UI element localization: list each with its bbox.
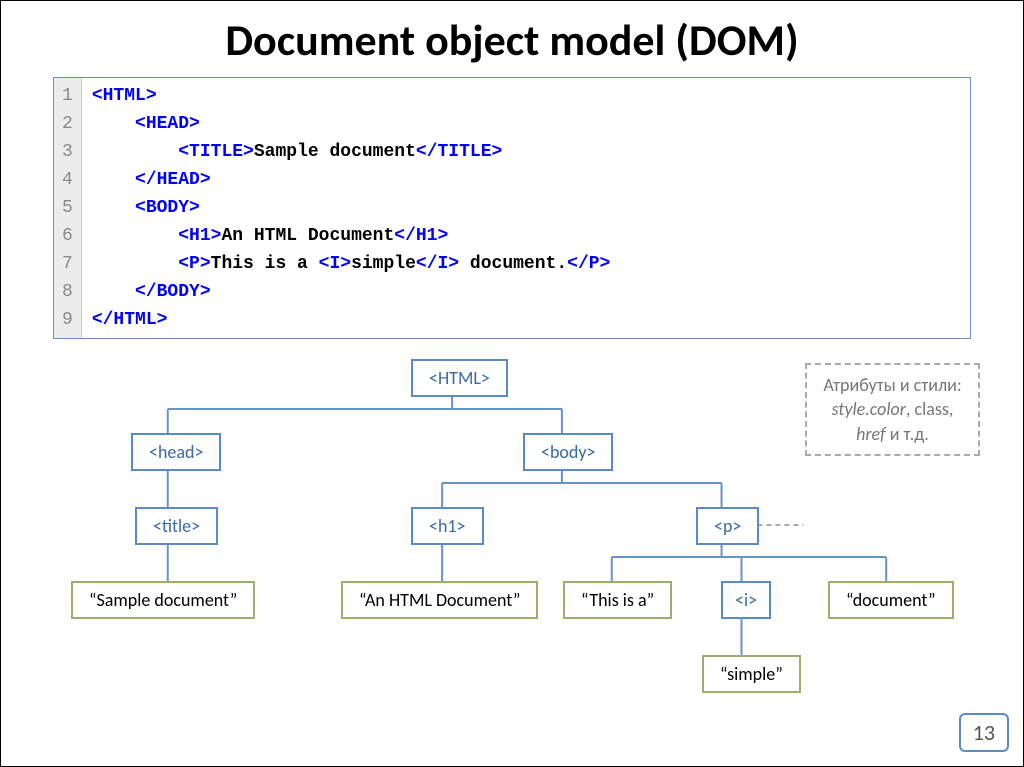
leaf-sample: “Sample document” bbox=[71, 581, 255, 619]
code-line: <H1>An HTML Document</H1> bbox=[92, 222, 960, 250]
line-number: 9 bbox=[62, 306, 73, 334]
page-number: 13 bbox=[959, 713, 1009, 752]
code-line: <P>This is a <I>simple</I> document.</P> bbox=[92, 250, 960, 278]
line-number: 8 bbox=[62, 278, 73, 306]
leaf-document: “document” bbox=[828, 581, 954, 619]
dom-tree: <HTML> <head> <body> <title> <h1> <p> “S… bbox=[53, 359, 971, 729]
line-number: 3 bbox=[62, 138, 73, 166]
leaf-thisisa: “This is a” bbox=[563, 581, 672, 619]
line-number: 5 bbox=[62, 194, 73, 222]
code-line: </BODY> bbox=[92, 278, 960, 306]
node-html: <HTML> bbox=[411, 359, 508, 397]
node-title: <title> bbox=[135, 507, 218, 545]
code-editor: 123456789 <HTML> <HEAD> <TITLE>Sample do… bbox=[53, 77, 971, 339]
node-p: <p> bbox=[696, 507, 759, 545]
line-gutter: 123456789 bbox=[54, 78, 82, 338]
node-body: <body> bbox=[523, 433, 613, 471]
code-line: <BODY> bbox=[92, 194, 960, 222]
code-line: </HEAD> bbox=[92, 166, 960, 194]
code-line: <HTML> bbox=[92, 82, 960, 110]
line-number: 1 bbox=[62, 82, 73, 110]
code-line: <HEAD> bbox=[92, 110, 960, 138]
attributes-note: Атрибуты и стили: style.color, class, hr… bbox=[805, 363, 980, 456]
node-head: <head> bbox=[131, 433, 221, 471]
line-number: 6 bbox=[62, 222, 73, 250]
code-line: </HTML> bbox=[92, 306, 960, 334]
node-h1: <h1> bbox=[411, 507, 484, 545]
leaf-anhtml: “An HTML Document” bbox=[341, 581, 538, 619]
line-number: 4 bbox=[62, 166, 73, 194]
node-i: <i> bbox=[721, 581, 771, 619]
slide-title: Document object model (DOM) bbox=[53, 13, 971, 67]
code-content: <HTML> <HEAD> <TITLE>Sample document</TI… bbox=[82, 78, 970, 338]
code-line: <TITLE>Sample document</TITLE> bbox=[92, 138, 960, 166]
leaf-simple: “simple” bbox=[702, 655, 801, 693]
line-number: 7 bbox=[62, 250, 73, 278]
line-number: 2 bbox=[62, 110, 73, 138]
